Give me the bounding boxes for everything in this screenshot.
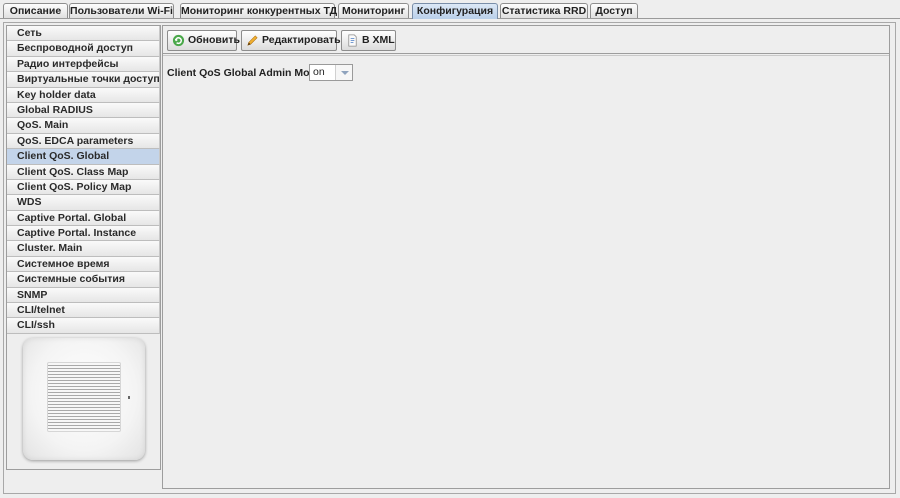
- document-icon: [348, 34, 357, 47]
- sidebar-item-client-qos-class-map[interactable]: Client QoS. Class Map: [7, 164, 160, 180]
- form-panel-border: [163, 55, 889, 486]
- sidebar-item-qos-edca-parameters[interactable]: QoS. EDCA parameters: [7, 133, 160, 150]
- tab-rrd-statistics[interactable]: Статистика RRD: [500, 3, 588, 19]
- sidebar-item-wds[interactable]: WDS: [7, 195, 160, 211]
- admin-mode-label: Client QoS Global Admin Mode: [167, 67, 322, 79]
- toolbar: Обновить Редактировать В XML: [163, 26, 889, 54]
- sidebar-item-captive-portal-instance[interactable]: Captive Portal. Instance: [7, 226, 160, 242]
- sidebar-item-cli-ssh[interactable]: CLI/ssh: [7, 318, 160, 334]
- admin-mode-select-value: on: [313, 66, 325, 78]
- device-image-area: [17, 334, 151, 464]
- refresh-icon: [172, 34, 185, 47]
- sidebar-item-system-events[interactable]: Системные события: [7, 272, 160, 288]
- sidebar-item-client-qos-global[interactable]: Client QoS. Global: [7, 149, 160, 165]
- sidebar-item-client-qos-policy-map[interactable]: Client QoS. Policy Map: [7, 179, 160, 196]
- sidebar-item-captive-portal-global[interactable]: Captive Portal. Global: [7, 210, 160, 227]
- edit-button[interactable]: Редактировать: [241, 30, 341, 51]
- sidebar-item-key-holder-data[interactable]: Key holder data: [7, 87, 160, 103]
- refresh-button[interactable]: Обновить: [167, 30, 240, 51]
- chevron-down-icon[interactable]: [335, 65, 352, 80]
- top-tab-bar: Описание Пользователи Wi-Fi Мониторинг к…: [0, 0, 900, 20]
- sidebar-item-system-time[interactable]: Системное время: [7, 256, 160, 273]
- device-led-indicator: [128, 396, 130, 399]
- edit-button-label: Редактировать: [262, 34, 341, 46]
- sidebar-item-global-radius[interactable]: Global RADIUS: [7, 102, 160, 119]
- refresh-button-label: Обновить: [188, 34, 240, 46]
- pencil-icon: [247, 35, 258, 46]
- device-vent-grille: [47, 362, 121, 432]
- sidebar-item-network[interactable]: Сеть: [7, 26, 160, 42]
- tab-access[interactable]: Доступ: [590, 3, 638, 19]
- sidebar-item-virtual-access-points[interactable]: Виртуальные точки доступа: [7, 72, 160, 88]
- sidebar-item-snmp[interactable]: SNMP: [7, 287, 160, 304]
- tab-configuration[interactable]: Конфигурация: [412, 3, 498, 19]
- admin-mode-select[interactable]: on: [309, 64, 353, 81]
- sidebar-item-cli-telnet[interactable]: CLI/telnet: [7, 303, 160, 319]
- export-xml-button-label: В XML: [362, 34, 395, 46]
- settings-form-panel: Client QoS Global Admin Mode on: [163, 55, 889, 486]
- sidebar-item-cluster-main[interactable]: Cluster. Main: [7, 241, 160, 257]
- config-sidebar: Сеть Беспроводной доступ Радио интерфейс…: [6, 25, 161, 470]
- tab-competitor-ap-monitoring[interactable]: Мониторинг конкурентных ТД: [180, 3, 337, 19]
- access-point-device-image: [23, 338, 145, 460]
- sidebar-item-qos-main[interactable]: QoS. Main: [7, 118, 160, 134]
- tab-monitoring[interactable]: Мониторинг: [338, 3, 409, 19]
- main-content-panel: Обновить Редактировать В XML Client QoS …: [162, 25, 890, 489]
- sidebar-item-wireless-access[interactable]: Беспроводной доступ: [7, 41, 160, 57]
- tab-wifi-users[interactable]: Пользователи Wi-Fi: [69, 3, 174, 19]
- tab-description[interactable]: Описание: [3, 3, 68, 19]
- sidebar-item-radio-interfaces[interactable]: Радио интерфейсы: [7, 56, 160, 73]
- export-xml-button[interactable]: В XML: [341, 30, 396, 51]
